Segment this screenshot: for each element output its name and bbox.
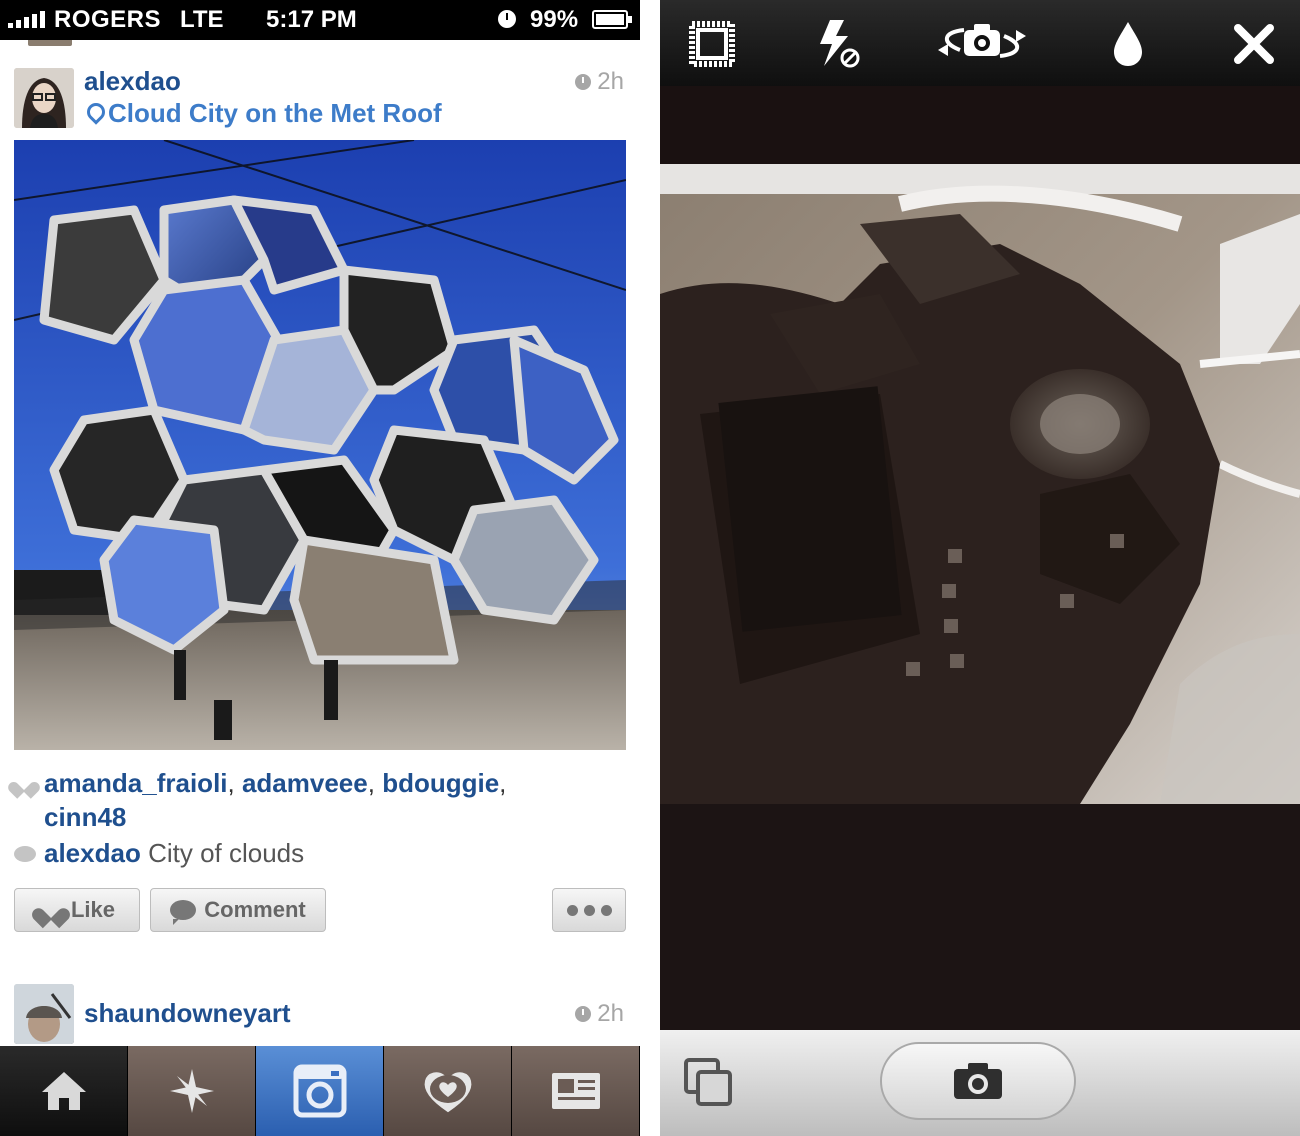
likes-list: amanda_fraioli, adamveee, bdouggie, cinn4… xyxy=(14,766,614,834)
time-ago: 2h xyxy=(597,1000,624,1027)
location-pin-icon xyxy=(86,103,102,125)
grid-toggle-button[interactable] xyxy=(686,18,738,70)
liker-name[interactable]: amanda_fraioli xyxy=(44,768,228,798)
flip-camera-button[interactable] xyxy=(930,18,1034,70)
status-bar: ROGERS LTE 5:17 PM 99% xyxy=(0,0,640,40)
time-ago: 2h xyxy=(597,68,624,95)
camera-bottom-bar xyxy=(660,1030,1300,1136)
post-username[interactable]: alexdao xyxy=(84,66,181,97)
heart-icon xyxy=(14,775,34,793)
flash-off-icon xyxy=(820,20,860,68)
battery-percent: 99% xyxy=(530,6,579,33)
avatar[interactable] xyxy=(14,68,74,128)
grid-icon xyxy=(689,21,735,67)
alarm-icon xyxy=(498,10,516,28)
liker-name[interactable]: cinn48 xyxy=(44,802,126,832)
network-type: LTE xyxy=(180,6,224,33)
shutter-camera-icon xyxy=(954,1063,1002,1099)
clock-icon xyxy=(575,74,592,90)
blur-icon xyxy=(1114,22,1142,66)
more-options-button[interactable] xyxy=(552,888,626,932)
status-time: 5:17 PM xyxy=(266,6,357,33)
close-button[interactable] xyxy=(1228,18,1280,70)
avatar[interactable] xyxy=(14,984,74,1044)
battery-icon xyxy=(592,10,632,29)
signal-icon xyxy=(8,11,45,28)
news-icon xyxy=(424,1072,471,1113)
caption-text: City of clouds xyxy=(148,838,305,868)
carrier-name: ROGERS xyxy=(54,6,162,33)
camera-viewfinder[interactable] xyxy=(660,164,1300,804)
camera-icon xyxy=(293,1064,346,1118)
shutter-button[interactable] xyxy=(880,1042,1076,1120)
liker-name[interactable]: bdouggie xyxy=(382,768,499,798)
tab-bar xyxy=(0,1046,640,1136)
post-timestamp: 2h xyxy=(575,68,624,96)
close-icon xyxy=(1234,24,1274,64)
post-timestamp: 2h xyxy=(575,1000,624,1028)
more-dots-icon xyxy=(566,904,612,916)
post-caption: alexdao City of clouds xyxy=(14,838,304,869)
gallery-icon xyxy=(684,1058,732,1106)
location-label: Cloud City on the Met Roof xyxy=(108,98,442,128)
gallery-button[interactable] xyxy=(682,1056,736,1110)
feed-screen: ROGERS LTE 5:17 PM 99% alexdao Cloud Cit… xyxy=(0,0,640,1136)
liker-name[interactable]: adamveee xyxy=(242,768,368,798)
caption-username[interactable]: alexdao xyxy=(44,838,141,868)
camera-screen xyxy=(660,0,1300,1136)
comment-bubble-icon xyxy=(14,846,36,862)
profile-icon xyxy=(551,1073,600,1109)
post-photo[interactable] xyxy=(14,140,626,750)
tab-camera[interactable] xyxy=(256,1046,384,1136)
home-icon xyxy=(41,1072,86,1110)
comment-label: Comment xyxy=(204,897,306,922)
tab-home[interactable] xyxy=(0,1046,128,1136)
post-username[interactable]: shaundowneyart xyxy=(84,998,291,1029)
flip-camera-icon xyxy=(938,24,1026,58)
comment-button[interactable]: Comment xyxy=(150,888,326,932)
like-label: Like xyxy=(70,897,116,922)
heart-icon xyxy=(39,900,63,920)
post-location[interactable]: Cloud City on the Met Roof xyxy=(86,98,442,129)
camera-bottom-mask xyxy=(660,804,1300,1030)
tab-news[interactable] xyxy=(384,1046,512,1136)
tab-explore[interactable] xyxy=(128,1046,256,1136)
flash-button[interactable] xyxy=(812,18,864,70)
camera-top-mask xyxy=(660,86,1300,164)
feed-list[interactable]: alexdao Cloud City on the Met Roof 2h am… xyxy=(0,40,640,1046)
blur-button[interactable] xyxy=(1102,18,1154,70)
like-button[interactable]: Like xyxy=(14,888,140,932)
camera-toolbar xyxy=(660,0,1300,86)
explore-icon xyxy=(169,1069,214,1113)
tab-profile[interactable] xyxy=(512,1046,640,1136)
clock-icon xyxy=(575,1006,592,1022)
comment-icon xyxy=(170,900,197,925)
avatar xyxy=(28,40,72,46)
